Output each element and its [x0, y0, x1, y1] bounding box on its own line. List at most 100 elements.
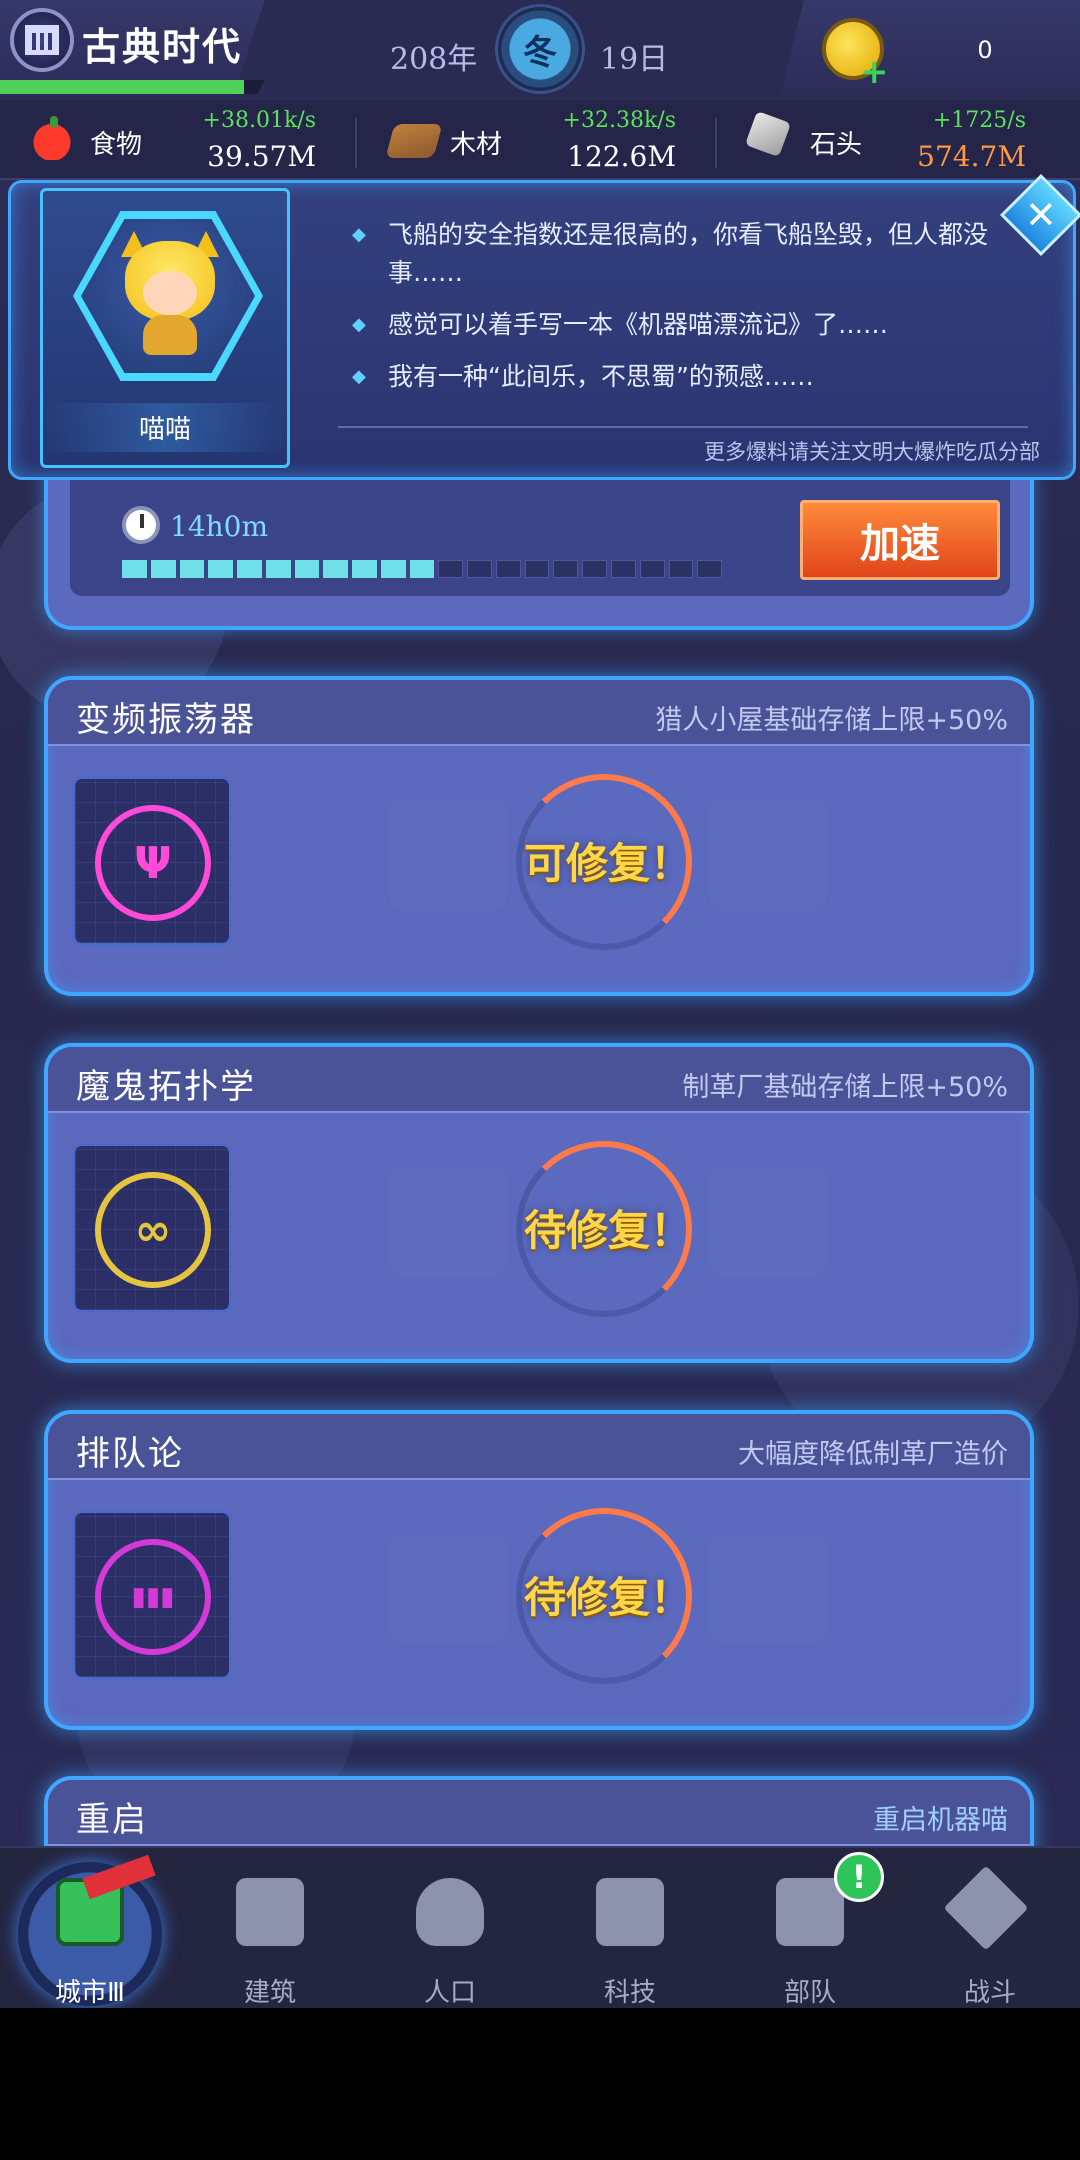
tech-title: 重启 [76, 1800, 148, 1840]
progress-segment [352, 560, 377, 578]
nav-label: 部队 [783, 1978, 836, 2008]
progress-segment [467, 560, 492, 578]
resource-amount: 574.7M [917, 140, 1026, 173]
divider [338, 426, 1028, 428]
progress-segment [611, 560, 636, 578]
banner-icon [776, 1878, 844, 1946]
progress-segment [237, 560, 262, 578]
resource-wood[interactable]: 木材 +32.38k/s 122.6M [360, 100, 700, 180]
repair-status[interactable]: 待修复！ [478, 1197, 738, 1258]
progress-segments [122, 560, 723, 578]
tech-card[interactable]: 变频振荡器 猎人小屋基础存储上限+50% Ψ 可修复！ [44, 676, 1034, 996]
season-indicator: 冬 [495, 4, 585, 94]
character-portrait: 喵喵 [40, 188, 290, 468]
resource-name: 食物 [90, 130, 143, 160]
book-icon [596, 1878, 664, 1946]
coin-count: 0 [977, 36, 993, 64]
message-item: 飞船的安全指数还是很高的，你看飞船坠毁，但人都没事…… [338, 216, 1028, 292]
nav-label: 城市Ⅲ [55, 1978, 125, 2008]
house-icon [236, 1878, 304, 1946]
nav-population[interactable]: 人口 [360, 1848, 540, 2008]
progress-segment [438, 560, 464, 578]
progress-segment [668, 560, 694, 578]
resource-rate: +32.38k/s [562, 108, 676, 133]
divider [355, 118, 357, 168]
tech-icon-frame: ∞ [72, 1143, 232, 1313]
repair-status[interactable]: 待修复！ [478, 1564, 738, 1625]
apple-icon [30, 116, 74, 160]
progress-segment [150, 560, 176, 578]
progress-segment [179, 560, 205, 578]
tech-description: 重启机器喵 [873, 1805, 1008, 1836]
wood-log-icon [385, 124, 443, 158]
speed-up-button[interactable]: 加速 [800, 500, 1000, 580]
add-coin-icon[interactable]: + [860, 52, 889, 92]
resource-rate: +38.01k/s [202, 108, 316, 133]
progress-segment [524, 560, 550, 578]
progress-segment [495, 560, 521, 578]
era-progress-bar [0, 80, 265, 94]
era-temple-icon [10, 8, 74, 72]
tech-card[interactable]: 排队论 大幅度降低制革厂造价 ▮▮▮ 待修复！ [44, 1410, 1034, 1730]
resource-name: 木材 [450, 130, 503, 160]
tech-title: 变频振荡器 [76, 700, 256, 740]
tech-icon-frame: ▮▮▮ [72, 1510, 232, 1680]
message-item: 我有一种“此间乐，不思蜀”的预感…… [338, 358, 1028, 396]
nav-battle[interactable]: 战斗 [900, 1848, 1080, 2008]
message-list: 飞船的安全指数还是很高的，你看飞船坠毁，但人都没事…… 感觉可以着手写一本《机器… [338, 216, 1028, 410]
person-icon [416, 1878, 484, 1946]
day-label: 19日 [600, 42, 669, 77]
tech-title: 魔鬼拓扑学 [76, 1067, 256, 1107]
nav-buildings[interactable]: 建筑 [180, 1848, 360, 2008]
clock-icon [122, 506, 160, 544]
infinity-icon: ∞ [95, 1172, 211, 1288]
progress-segment [409, 560, 435, 578]
tuning-fork-icon: Ψ [95, 805, 211, 921]
era-name: 古典时代 [82, 25, 243, 69]
crossed-swords-icon [943, 1865, 1029, 1951]
tech-card[interactable]: 魔鬼拓扑学 制革厂基础存储上限+50% ∞ 待修复！ [44, 1043, 1034, 1363]
year-label: 208年 [390, 42, 478, 77]
nav-label: 建筑 [243, 1978, 296, 2008]
progress-segment [323, 560, 349, 578]
progress-segment [582, 560, 608, 578]
tech-description: 猎人小屋基础存储上限+50% [655, 705, 1008, 736]
character-name: 喵喵 [43, 403, 287, 452]
resource-food[interactable]: 食物 +38.01k/s 39.57M [0, 100, 340, 180]
card-header: 魔鬼拓扑学 制革厂基础存储上限+50% [48, 1047, 1030, 1113]
bottom-nav: 城市Ⅲ 建筑 人口 科技 部队 战斗 [0, 1846, 1080, 2008]
nav-tech[interactable]: 科技 [540, 1848, 720, 2008]
progress-segment [639, 560, 665, 578]
nav-city[interactable]: 城市Ⅲ [0, 1848, 180, 2008]
season-label: 冬 [523, 32, 557, 73]
resource-rate: +1725/s [932, 108, 1026, 133]
progress-segment [697, 560, 723, 578]
dialog-footer: 更多爆料请关注文明大爆炸吃瓜分部 [704, 440, 1040, 464]
nav-label: 人口 [423, 1978, 476, 2008]
card-header: 排队论 大幅度降低制革厂造价 [48, 1414, 1030, 1480]
remaining-time: 14h0m [170, 510, 269, 543]
progress-segment [380, 560, 406, 578]
nav-label: 科技 [603, 1978, 656, 2008]
alert-badge: ! [834, 1852, 884, 1902]
resource-stone[interactable]: 石头 +1725/s 574.7M [720, 100, 1050, 180]
progress-segment [122, 560, 147, 578]
resource-amount: 39.57M [207, 140, 316, 173]
repair-status[interactable]: 可修复！ [478, 830, 738, 891]
era-progress-fill [0, 80, 244, 94]
message-item: 感觉可以着手写一本《机器喵漂流记》了…… [338, 306, 1028, 344]
tech-title: 排队论 [76, 1434, 184, 1474]
progress-segment [294, 560, 320, 578]
game-screen: 古典时代 208年 19日 冬 + 0 食物 +38.01k/s 39.57M … [0, 0, 1080, 2008]
divider [715, 118, 717, 168]
tech-description: 制革厂基础存储上限+50% [682, 1072, 1008, 1103]
card-header: 变频振荡器 猎人小屋基础存储上限+50% [48, 680, 1030, 746]
queue-icon: ▮▮▮ [95, 1539, 211, 1655]
tech-description: 大幅度降低制革厂造价 [738, 1439, 1008, 1470]
progress-segment [208, 560, 234, 578]
resource-amount: 122.6M [567, 140, 676, 173]
progress-segment [265, 560, 291, 578]
progress-segment [553, 560, 579, 578]
card-header: 重启 重启机器喵 [48, 1780, 1030, 1846]
nav-label: 战斗 [963, 1978, 1016, 2008]
